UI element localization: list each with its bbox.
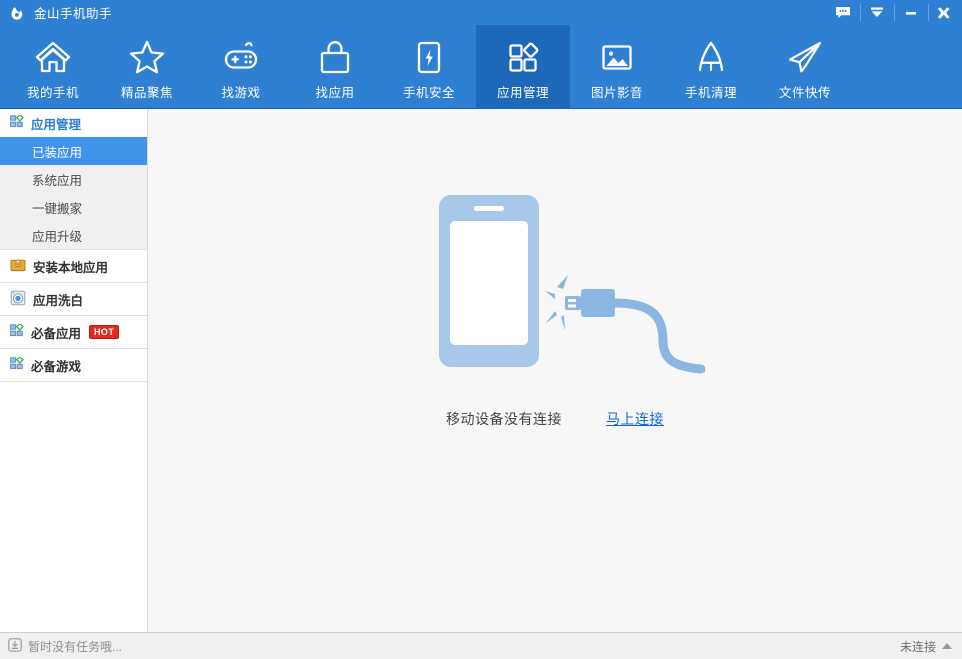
close-button[interactable] — [928, 0, 962, 25]
window-title: 金山手机助手 — [34, 7, 113, 21]
apps-small-icon — [10, 355, 24, 373]
minimize-button[interactable] — [894, 0, 928, 25]
sidebar-item-label: 必备应用 — [31, 326, 82, 341]
connection-status[interactable]: 未连接 — [900, 638, 952, 655]
sidebar-item-label: 应用升级 — [32, 229, 83, 244]
empty-state-message: 移动设备没有连接 — [446, 411, 562, 427]
home-icon — [34, 33, 72, 75]
nav-label: 手机清理 — [684, 86, 737, 100]
phone-shield-icon — [410, 33, 448, 75]
menu-button[interactable] — [860, 0, 894, 25]
paper-plane-icon — [786, 33, 824, 75]
nav-item-media[interactable]: 图片影音 — [570, 25, 664, 109]
picture-icon — [598, 33, 636, 75]
title-bar: 金山手机助手 — [0, 0, 962, 25]
close-icon — [937, 6, 950, 19]
sidebar: 应用管理 已装应用 系统应用 一键搬家 应用升级 安装本地应用 应用洗白 必备应… — [0, 109, 148, 632]
star-icon — [128, 33, 166, 75]
washer-icon — [10, 290, 26, 309]
nav-item-phone-cleanup[interactable]: 手机清理 — [664, 25, 758, 109]
nav-item-phone-security[interactable]: 手机安全 — [382, 25, 476, 109]
sidebar-group-label: 应用管理 — [31, 117, 82, 132]
nav-label: 找游戏 — [221, 86, 261, 100]
sidebar-item-label: 系统应用 — [32, 173, 83, 188]
sidebar-empty-space — [0, 381, 147, 632]
status-badge: HOT — [89, 325, 120, 339]
empty-state: 移动设备没有连接 马上连接 — [148, 181, 962, 429]
download-tray-icon — [8, 637, 22, 655]
nav-item-find-apps[interactable]: 找应用 — [288, 25, 382, 109]
nav-label: 手机安全 — [402, 86, 455, 100]
apps-small-icon — [10, 322, 24, 340]
sidebar-item-label: 安装本地应用 — [33, 260, 109, 275]
status-task-text: 暂时没有任务哦... — [28, 639, 123, 654]
status-task-area[interactable]: 暂时没有任务哦... — [8, 637, 123, 655]
shopping-bag-icon — [316, 33, 354, 75]
nav-item-app-management[interactable]: 应用管理 — [476, 25, 570, 109]
connect-now-link[interactable]: 马上连接 — [606, 409, 664, 429]
nav-label: 精品聚焦 — [120, 86, 173, 100]
apps-grid-icon — [504, 33, 542, 75]
nav-label: 找应用 — [315, 86, 355, 100]
application-window: 金山手机助手 我的手机 精品聚焦 找游戏 找应用 手机安全 应用管理 图片影音 … — [0, 0, 962, 659]
sidebar-item-essential-games[interactable]: 必备游戏 — [0, 348, 147, 381]
connection-status-text: 未连接 — [899, 639, 936, 654]
broom-icon — [692, 33, 730, 75]
app-logo-icon — [5, 5, 29, 21]
nav-item-my-phone[interactable]: 我的手机 — [6, 25, 100, 109]
sidebar-item-system-apps[interactable]: 系统应用 — [0, 165, 147, 193]
chevron-down-icon — [871, 7, 883, 17]
sidebar-item-one-key-move[interactable]: 一键搬家 — [0, 193, 147, 221]
apps-small-icon — [10, 113, 24, 131]
sidebar-item-app-upgrade[interactable]: 应用升级 — [0, 221, 147, 249]
sidebar-item-label: 已装应用 — [32, 145, 83, 160]
main-navigation: 我的手机 精品聚焦 找游戏 找应用 手机安全 应用管理 图片影音 手机清理 文件… — [0, 25, 962, 109]
window-controls — [826, 0, 962, 25]
content-area: 移动设备没有连接 马上连接 — [148, 109, 962, 632]
sidebar-item-app-whitening[interactable]: 应用洗白 — [0, 282, 147, 315]
sidebar-group-app-management[interactable]: 应用管理 — [0, 109, 147, 137]
workspace: 应用管理 已装应用 系统应用 一键搬家 应用升级 安装本地应用 应用洗白 必备应… — [0, 109, 962, 632]
message-bubble-icon — [836, 7, 850, 18]
sidebar-item-label: 必备游戏 — [31, 359, 82, 374]
nav-label: 我的手机 — [26, 86, 79, 100]
nav-item-featured[interactable]: 精品聚焦 — [100, 25, 194, 109]
package-box-icon — [10, 257, 26, 276]
empty-state-row: 移动设备没有连接 马上连接 — [446, 409, 664, 429]
triangle-up-icon — [942, 643, 952, 649]
sidebar-item-essential-apps[interactable]: 必备应用 HOT — [0, 315, 147, 348]
sidebar-item-installed-apps[interactable]: 已装应用 — [0, 137, 147, 165]
nav-item-find-games[interactable]: 找游戏 — [194, 25, 288, 109]
minimize-icon — [906, 12, 916, 15]
nav-label: 文件快传 — [778, 86, 831, 100]
gamepad-icon — [222, 33, 260, 75]
nav-label: 应用管理 — [496, 86, 549, 100]
nav-label: 图片影音 — [590, 86, 643, 100]
nav-item-file-transfer[interactable]: 文件快传 — [758, 25, 852, 109]
sidebar-item-label: 一键搬家 — [32, 201, 83, 216]
phone-usb-disconnected-illustration — [405, 181, 706, 381]
sidebar-item-install-local-app[interactable]: 安装本地应用 — [0, 249, 147, 282]
feedback-button[interactable] — [826, 0, 860, 25]
status-bar: 暂时没有任务哦... 未连接 — [0, 632, 962, 659]
sidebar-item-label: 应用洗白 — [33, 293, 84, 308]
